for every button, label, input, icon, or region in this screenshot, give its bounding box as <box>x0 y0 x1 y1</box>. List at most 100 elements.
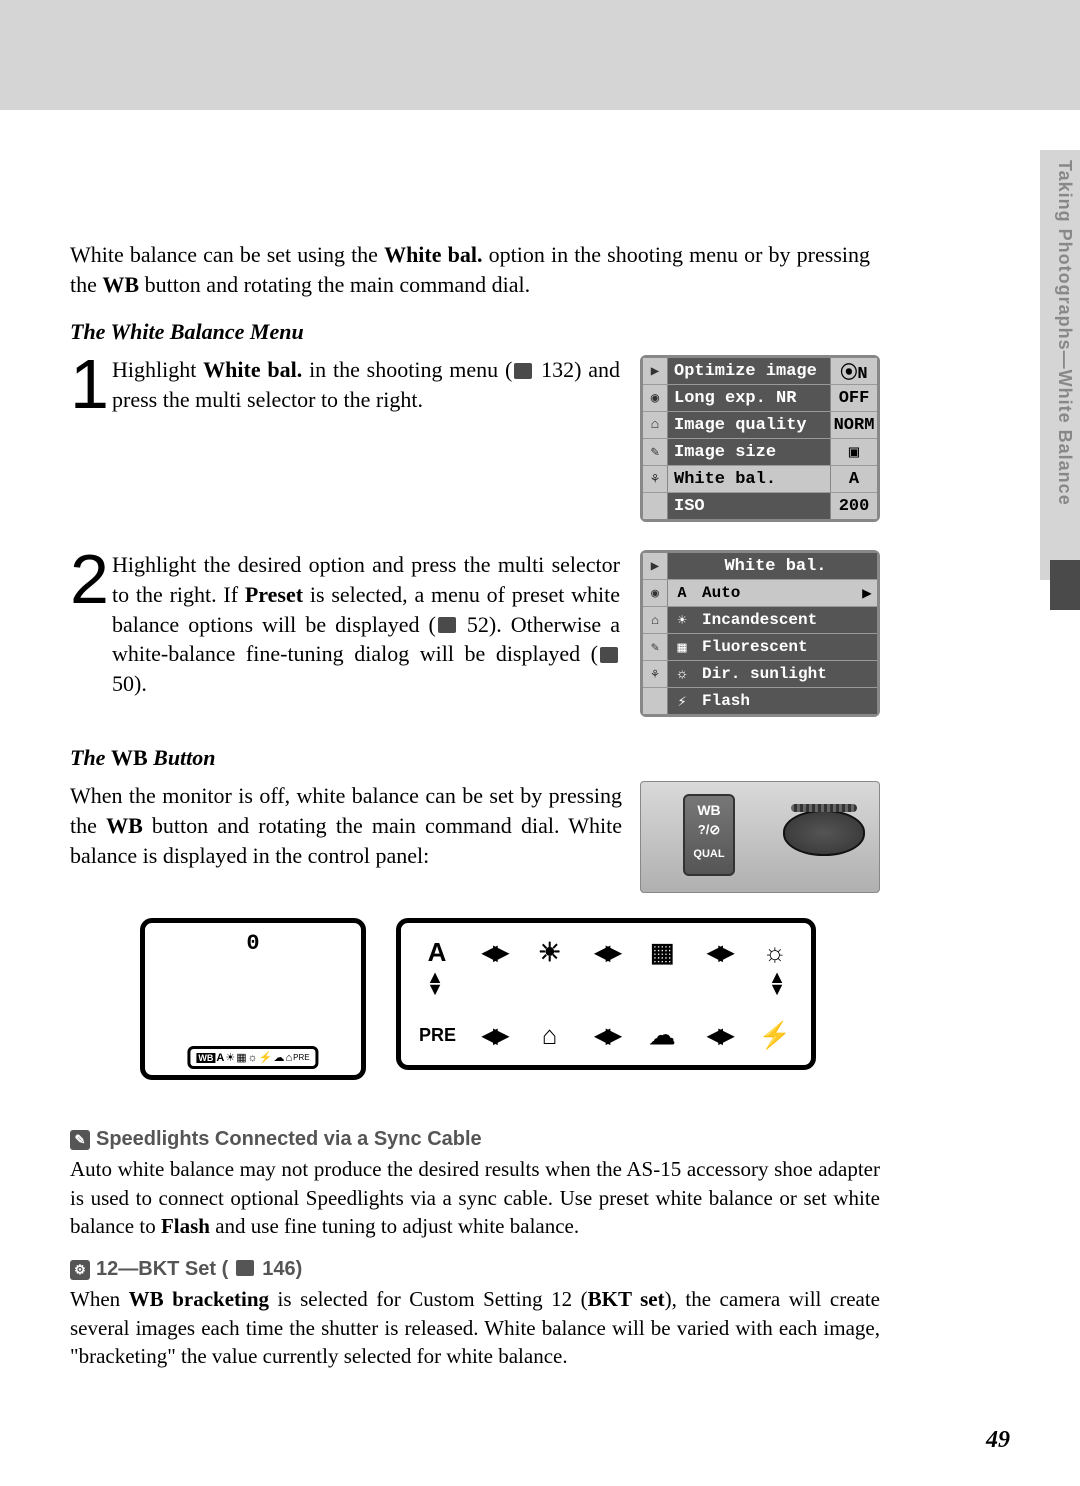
note-speedlights: ✎ Speedlights Connected via a Sync Cable… <box>70 1128 880 1240</box>
step-1-row: 1 Highlight White bal. in the shooting m… <box>70 355 880 522</box>
camera-top-diagram: WB ?/⊘ QUAL <box>640 781 880 893</box>
menu-size-label: Image size <box>668 439 830 465</box>
intro-bold-whitebal: White bal. <box>384 242 482 267</box>
menu-quality-label: Image quality <box>668 412 830 438</box>
side-tab-mark <box>1050 560 1080 610</box>
wb-button-section: When the monitor is off, white balance c… <box>70 781 880 893</box>
step-number-2: 2 <box>70 550 104 610</box>
cp-a: A <box>216 1052 224 1064</box>
cp-pre: PRE <box>293 1053 309 1062</box>
bold-whitebal: White bal. <box>203 357 302 382</box>
flash-icon: ⚡ <box>668 688 696 714</box>
section-title-wb-button: The WB Button <box>70 745 880 771</box>
cp-zero-indicator: 0 <box>246 931 259 956</box>
section-title-wb-menu: The White Balance Menu <box>70 319 880 345</box>
side-tab-label: Taking Photographs—White Balance <box>1040 150 1080 580</box>
shade-icon: ⌂ <box>285 1052 292 1064</box>
text: in the shooting menu ( <box>302 357 512 382</box>
page-number: 49 <box>986 1427 1010 1454</box>
menu-icon <box>643 493 668 519</box>
page-ref-icon <box>514 363 532 379</box>
text: 50). <box>112 671 147 696</box>
menu-quality-val: NORM <box>830 412 877 438</box>
wb-incandescent-label: Incandescent <box>696 607 877 633</box>
page: ◧ Taking Photographs—White Balance White… <box>0 0 1080 1486</box>
bold-flash: Flash <box>161 1214 210 1238</box>
text: When <box>70 1287 129 1311</box>
sunlight-icon: ☼ <box>248 1052 258 1064</box>
flash-icon: ⚡ <box>757 1020 793 1051</box>
cycle-pre: PRE <box>419 1025 455 1046</box>
intro-bold-wb: WB <box>102 272 139 297</box>
menu-longexp-label: Long exp. NR <box>668 385 830 411</box>
text: Button <box>148 745 216 770</box>
fluorescent-icon: ▦ <box>668 634 696 660</box>
menu-icon <box>643 688 668 714</box>
note-body-text: Auto white balance may not produce the d… <box>70 1155 880 1240</box>
arrow-right-icon: ▶ <box>857 580 877 606</box>
sunlight-icon: ☼ <box>757 937 793 968</box>
menu-size-val: ▣ <box>830 439 877 465</box>
menu-icon: ⌂ <box>643 607 668 633</box>
step-number-1: 1 <box>70 355 104 415</box>
menu-optimize-label: Optimize image <box>668 358 830 384</box>
control-panel-display: 0 WB A ☀ ▦ ☼ ⚡ ☁ ⌂ PRE <box>140 918 366 1080</box>
top-margin <box>0 0 1080 110</box>
page-ref-icon <box>236 1260 254 1276</box>
note-title-text: 146) <box>262 1258 302 1281</box>
note-bkt-set: ⚙ 12—BKT Set ( 146) When WB bracketing i… <box>70 1258 880 1370</box>
qual-label: QUAL <box>685 848 733 860</box>
content: White balance can be set using the White… <box>0 110 945 1420</box>
menu-iso-val: 200 <box>830 493 877 519</box>
lr-arrow-icon: ◀▶ <box>707 940 730 965</box>
pencil-note-icon: ✎ <box>70 1130 90 1150</box>
cycle-auto: A <box>419 937 455 968</box>
menu-setup-icon: ⚘ <box>643 466 668 492</box>
cloudy-icon: ☁ <box>273 1051 284 1064</box>
wb-cycle-box: A ◀▶ ☀ ◀▶ ▦ ◀▶ ☼ ▲▼ ▲▼ PRE ◀▶ ⌂ ◀▶ ☁ ◀▶ <box>396 918 816 1070</box>
sunlight-icon: ☼ <box>668 661 696 687</box>
menu-camera-icon: ◉ <box>643 580 668 606</box>
shade-icon: ⌂ <box>532 1020 568 1051</box>
bold-bktset: BKT set <box>588 1287 665 1311</box>
wb-cycle-diagram: 0 WB A ☀ ▦ ☼ ⚡ ☁ ⌂ PRE A ◀▶ ☀ <box>140 918 880 1080</box>
lr-arrow-icon: ◀▶ <box>595 1023 618 1048</box>
text: The <box>70 745 111 770</box>
incandescent-icon: ☀ <box>668 607 696 633</box>
wb-tag: WB <box>196 1053 215 1063</box>
cp-wb-indicator: WB A ☀ ▦ ☼ ⚡ ☁ ⌂ PRE <box>187 1046 318 1069</box>
fluorescent-icon: ▦ <box>236 1051 246 1064</box>
wb-label: WB <box>685 802 733 818</box>
note-title-text: 12—BKT Set ( <box>96 1258 228 1281</box>
step-2-row: 2 Highlight the desired option and press… <box>70 550 880 717</box>
page-ref-icon <box>600 647 618 663</box>
menu-icon: ⌂ <box>643 412 668 438</box>
wb-qual-button: WB ?/⊘ QUAL <box>683 794 735 876</box>
incandescent-icon: ☀ <box>532 937 568 968</box>
flash-icon: ⚡ <box>259 1051 273 1064</box>
menu-whitebal-label: White bal. <box>668 466 830 492</box>
menu-pencil-icon: ✎ <box>643 439 668 465</box>
wb-header: White bal. <box>668 553 877 579</box>
bold-wb: WB <box>111 745 148 770</box>
fluorescent-icon: ▦ <box>644 937 680 968</box>
wb-auto-icon: A <box>668 580 696 606</box>
text: Highlight <box>112 357 203 382</box>
menu-iso-label: ISO <box>668 493 830 519</box>
lr-arrow-icon: ◀▶ <box>707 1023 730 1048</box>
bold-preset: Preset <box>245 582 303 607</box>
menu-whitebal-val: A <box>830 466 877 492</box>
command-dial <box>783 810 865 856</box>
protect-icon: ?/⊘ <box>685 822 733 838</box>
cloudy-icon: ☁ <box>644 1020 680 1051</box>
lr-arrow-icon: ◀▶ <box>482 1023 505 1048</box>
wb-fluorescent-label: Fluorescent <box>696 634 877 660</box>
csm-note-icon: ⚙ <box>70 1260 90 1280</box>
wb-button-paragraph: When the monitor is off, white balance c… <box>70 781 640 870</box>
note-title-text: Speedlights Connected via a Sync Cable <box>96 1128 482 1151</box>
lr-arrow-icon: ◀▶ <box>595 940 618 965</box>
menu-optimize-val: ⦿N <box>830 358 877 384</box>
step-2-text: Highlight the desired option and press t… <box>112 550 640 698</box>
bold-wb: WB <box>106 813 143 838</box>
bold-wbbracketing: WB bracketing <box>129 1287 269 1311</box>
